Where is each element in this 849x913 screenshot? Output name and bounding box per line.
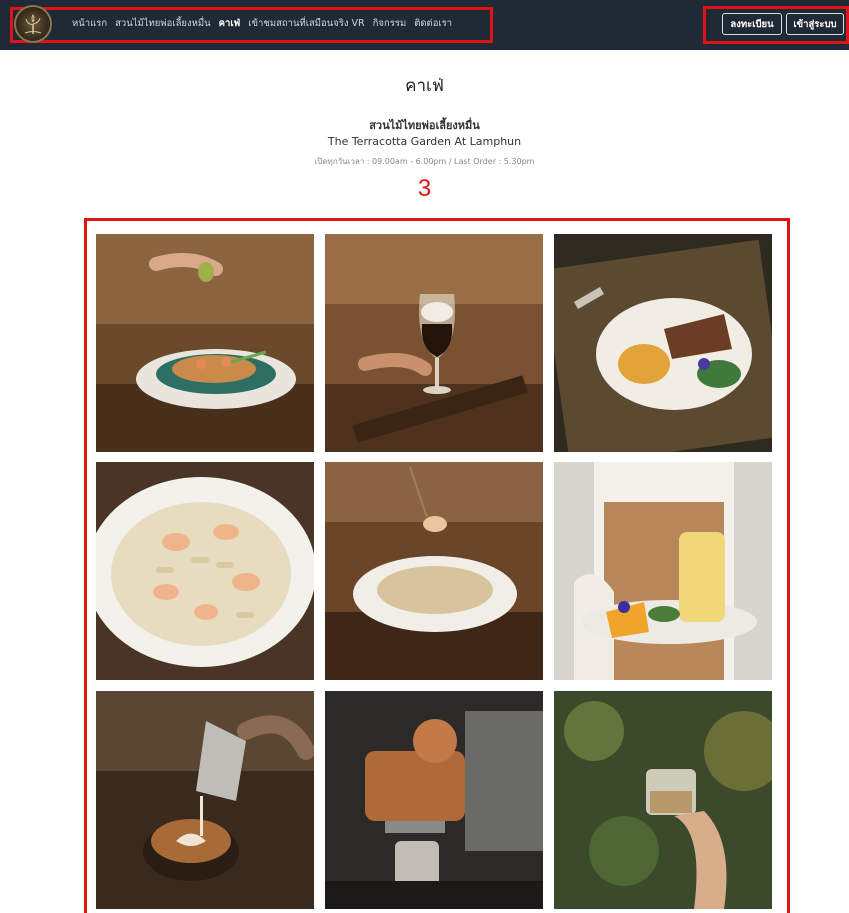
page-title: คาเฟ่ (405, 76, 444, 96)
nav-link-garden[interactable]: สวนไม้ไทยพ่อเลี้ยงหมื่น (115, 16, 211, 31)
nav-link-home[interactable]: หน้าแรก (72, 16, 107, 31)
nav-links: หน้าแรก สวนไม้ไทยพ่อเลี้ยงหมื่น คาเฟ่ เข… (72, 16, 452, 31)
gallery-photo-iced-coffee[interactable] (325, 234, 543, 452)
subtitle-english: The Terracotta Garden At Lamphun (327, 135, 522, 148)
gallery-photo-latte-art[interactable] (96, 691, 314, 909)
steak-rice-photo-icon (554, 234, 772, 452)
gallery-photo-steak-rice[interactable] (554, 234, 772, 452)
mango-smoothie-photo-icon (554, 462, 772, 680)
tree-logo-icon (24, 14, 42, 34)
gallery-photo-pad-thai[interactable] (96, 234, 314, 452)
iced-drink-photo-icon (554, 691, 772, 909)
opening-hours: เปิดทุกวันเวลา : 09.00am - 6.00pm / Last… (314, 157, 535, 166)
gallery-photo-pasta-fork[interactable] (325, 462, 543, 680)
gallery-photo-iced-drink[interactable] (554, 691, 772, 909)
iced-coffee-photo-icon (325, 234, 543, 452)
brand-logo[interactable] (14, 5, 52, 43)
gallery-photo-espresso-machine[interactable] (325, 691, 543, 909)
nav-link-activities[interactable]: กิจกรรม (373, 16, 407, 31)
login-button[interactable]: เข้าสู่ระบบ (786, 13, 844, 35)
espresso-machine-photo-icon (325, 691, 543, 909)
pasta-fork-photo-icon (325, 462, 543, 680)
nav-link-vr-tour[interactable]: เข้าชมสถานที่เสมือนจริง VR (248, 16, 364, 31)
annotation-marker: 3 (417, 175, 432, 202)
gallery-photo-shrimp-penne[interactable] (96, 462, 314, 680)
pad-thai-photo-icon (96, 234, 314, 452)
shrimp-penne-photo-icon (96, 462, 314, 680)
subtitle-thai: สวนไม้ไทยพ่อเลี้ยงหมื่น (369, 119, 480, 132)
register-button[interactable]: ลงทะเบียน (722, 13, 782, 35)
latte-art-photo-icon (96, 691, 314, 909)
gallery-photo-mango-smoothie[interactable] (554, 462, 772, 680)
nav-link-contact[interactable]: ติดต่อเรา (414, 16, 452, 31)
nav-link-cafe[interactable]: คาเฟ่ (219, 16, 241, 31)
